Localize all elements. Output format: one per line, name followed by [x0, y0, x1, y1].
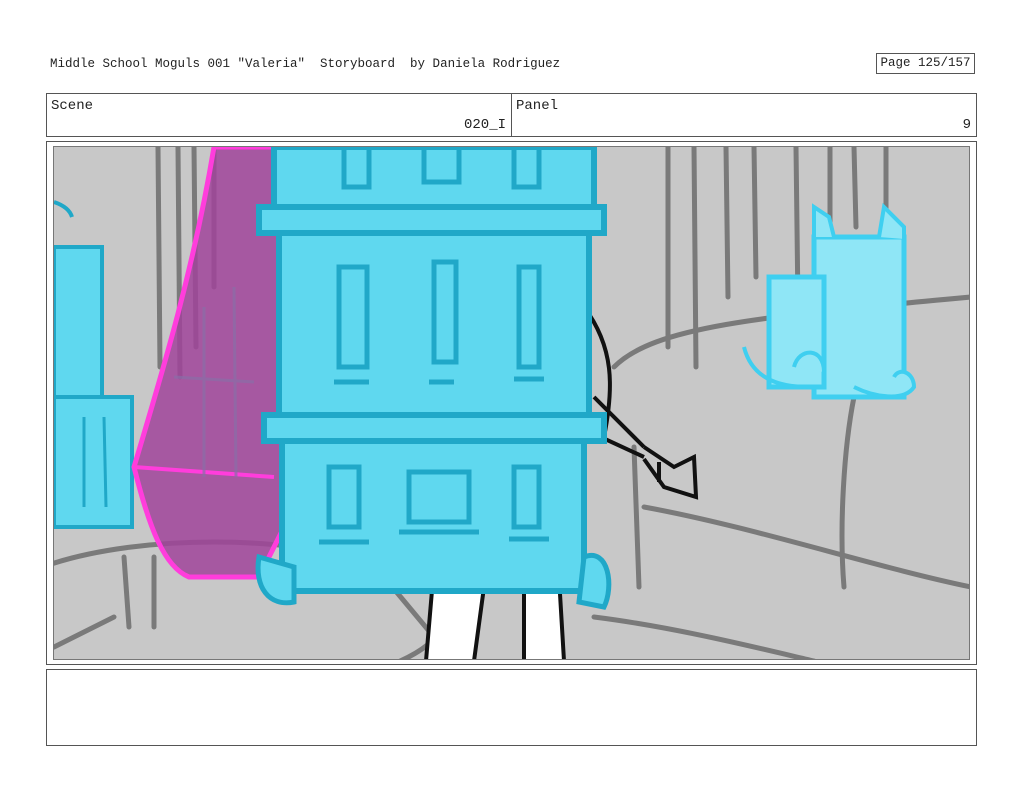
scene-cell: Scene 020_I [47, 94, 511, 136]
storyboard-sketch [53, 146, 970, 660]
storyboard-title: Middle School Moguls 001 "Valeria" Story… [50, 57, 561, 71]
scene-value: 020_I [463, 117, 506, 133]
panel-notes [46, 669, 977, 746]
scene-panel-info: Scene 020_I Panel 9 [46, 93, 977, 137]
panel-label: Panel [516, 98, 559, 114]
storyboard-panel-frame [46, 141, 977, 665]
page-indicator: Page 125/157 [876, 53, 975, 74]
panel-value: 9 [962, 117, 971, 133]
sketch-drawing [54, 147, 969, 659]
scene-label: Scene [51, 98, 94, 114]
panel-cell: Panel 9 [511, 94, 976, 136]
cyan-building-costume [255, 147, 612, 610]
